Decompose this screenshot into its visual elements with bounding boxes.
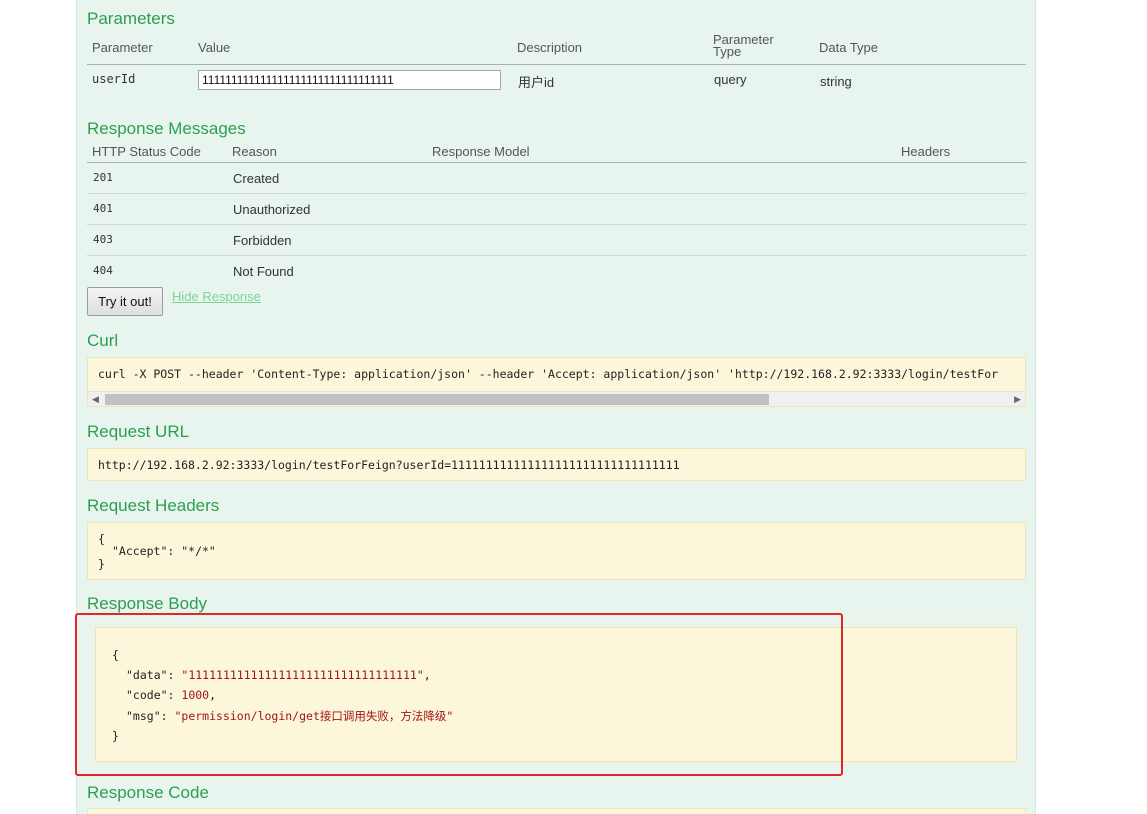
json-open-brace: { (112, 648, 119, 662)
json-key: "msg" (126, 709, 161, 723)
param-header-description: Description (517, 40, 583, 55)
accept-header-line: "Accept": "*/*" (112, 544, 216, 558)
response-messages-title: Response Messages (87, 119, 246, 138)
json-close-brace: } (98, 557, 105, 571)
curl-box: curl -X POST --header 'Content-Type: app… (87, 357, 1026, 407)
json-code-line: "code": 1000, (126, 688, 217, 702)
try-it-out-button[interactable]: Try it out! (87, 287, 163, 316)
scroll-right-icon[interactable]: ▶ (1014, 392, 1021, 407)
json-msg-line: "msg": "permission/login/get接口调用失败，方法降级" (126, 709, 454, 723)
status-code: 404 (93, 264, 113, 277)
param-header-parameter: Parameter (92, 40, 153, 55)
json-open-brace: { (98, 532, 105, 546)
operation-panel: Parameters Parameter Value Description P… (76, 0, 1036, 814)
status-reason: Forbidden (233, 233, 292, 248)
request-headers-title: Request Headers (87, 496, 220, 515)
request-headers-box: { "Accept": "*/*" } (87, 522, 1026, 580)
resp-header-headers: Headers (901, 144, 951, 159)
curl-title: Curl (87, 331, 119, 350)
resp-header-reason: Reason (232, 144, 277, 159)
response-code-title: Response Code (87, 783, 209, 802)
resp-header-divider (87, 162, 1026, 163)
horizontal-scrollbar[interactable]: ◀ ▶ (88, 391, 1025, 406)
scroll-left-icon[interactable]: ◀ (92, 392, 99, 407)
userid-value-input[interactable]: 111111111111111111111111111111111 (198, 70, 501, 90)
json-number-value: 1000 (181, 688, 210, 702)
json-close-brace: } (112, 729, 119, 743)
json-key: "data" (126, 668, 168, 682)
parameters-title: Parameters (87, 9, 175, 28)
status-reason: Unauthorized (233, 202, 311, 217)
resp-header-status: HTTP Status Code (92, 144, 201, 159)
response-body-title: Response Body (87, 594, 208, 613)
param-header-value: Value (198, 40, 231, 55)
response-body-container: { "data": "11111111111111111111111111111… (87, 614, 1026, 769)
json-string-value: "111111111111111111111111111111111" (181, 668, 424, 682)
response-code-box (87, 808, 1026, 814)
request-url-text: http://192.168.2.92:3333/login/testForFe… (98, 458, 680, 472)
request-url-box: http://192.168.2.92:3333/login/testForFe… (87, 448, 1026, 481)
param-header-type-line2: Type (713, 44, 742, 59)
param-header-datatype: Data Type (819, 40, 879, 55)
resp-header-model: Response Model (432, 144, 530, 159)
status-reason: Not Found (233, 264, 294, 279)
param-header-divider (87, 64, 1026, 65)
row-divider (87, 255, 1026, 256)
json-data-line: "data": "1111111111111111111111111111111… (126, 668, 431, 682)
param-name: userId (92, 72, 136, 86)
hide-response-link[interactable]: Hide Response (172, 289, 261, 304)
row-divider (87, 193, 1026, 194)
param-data-type: string (820, 74, 852, 89)
json-key: "code" (126, 688, 168, 702)
status-code: 403 (93, 233, 113, 246)
param-header-type: Parameter Type (713, 33, 774, 59)
row-divider (87, 224, 1026, 225)
scrollbar-thumb[interactable] (105, 394, 769, 405)
curl-command: curl -X POST --header 'Content-Type: app… (98, 367, 999, 381)
param-type: query (714, 72, 747, 87)
response-body-box: { "data": "11111111111111111111111111111… (95, 627, 1017, 762)
request-url-title: Request URL (87, 422, 190, 441)
json-string-value: "permission/login/get接口调用失败，方法降级" (174, 709, 454, 723)
status-code: 201 (93, 171, 113, 184)
status-reason: Created (233, 171, 280, 186)
param-description: 用户id (518, 75, 555, 90)
status-code: 401 (93, 202, 113, 215)
